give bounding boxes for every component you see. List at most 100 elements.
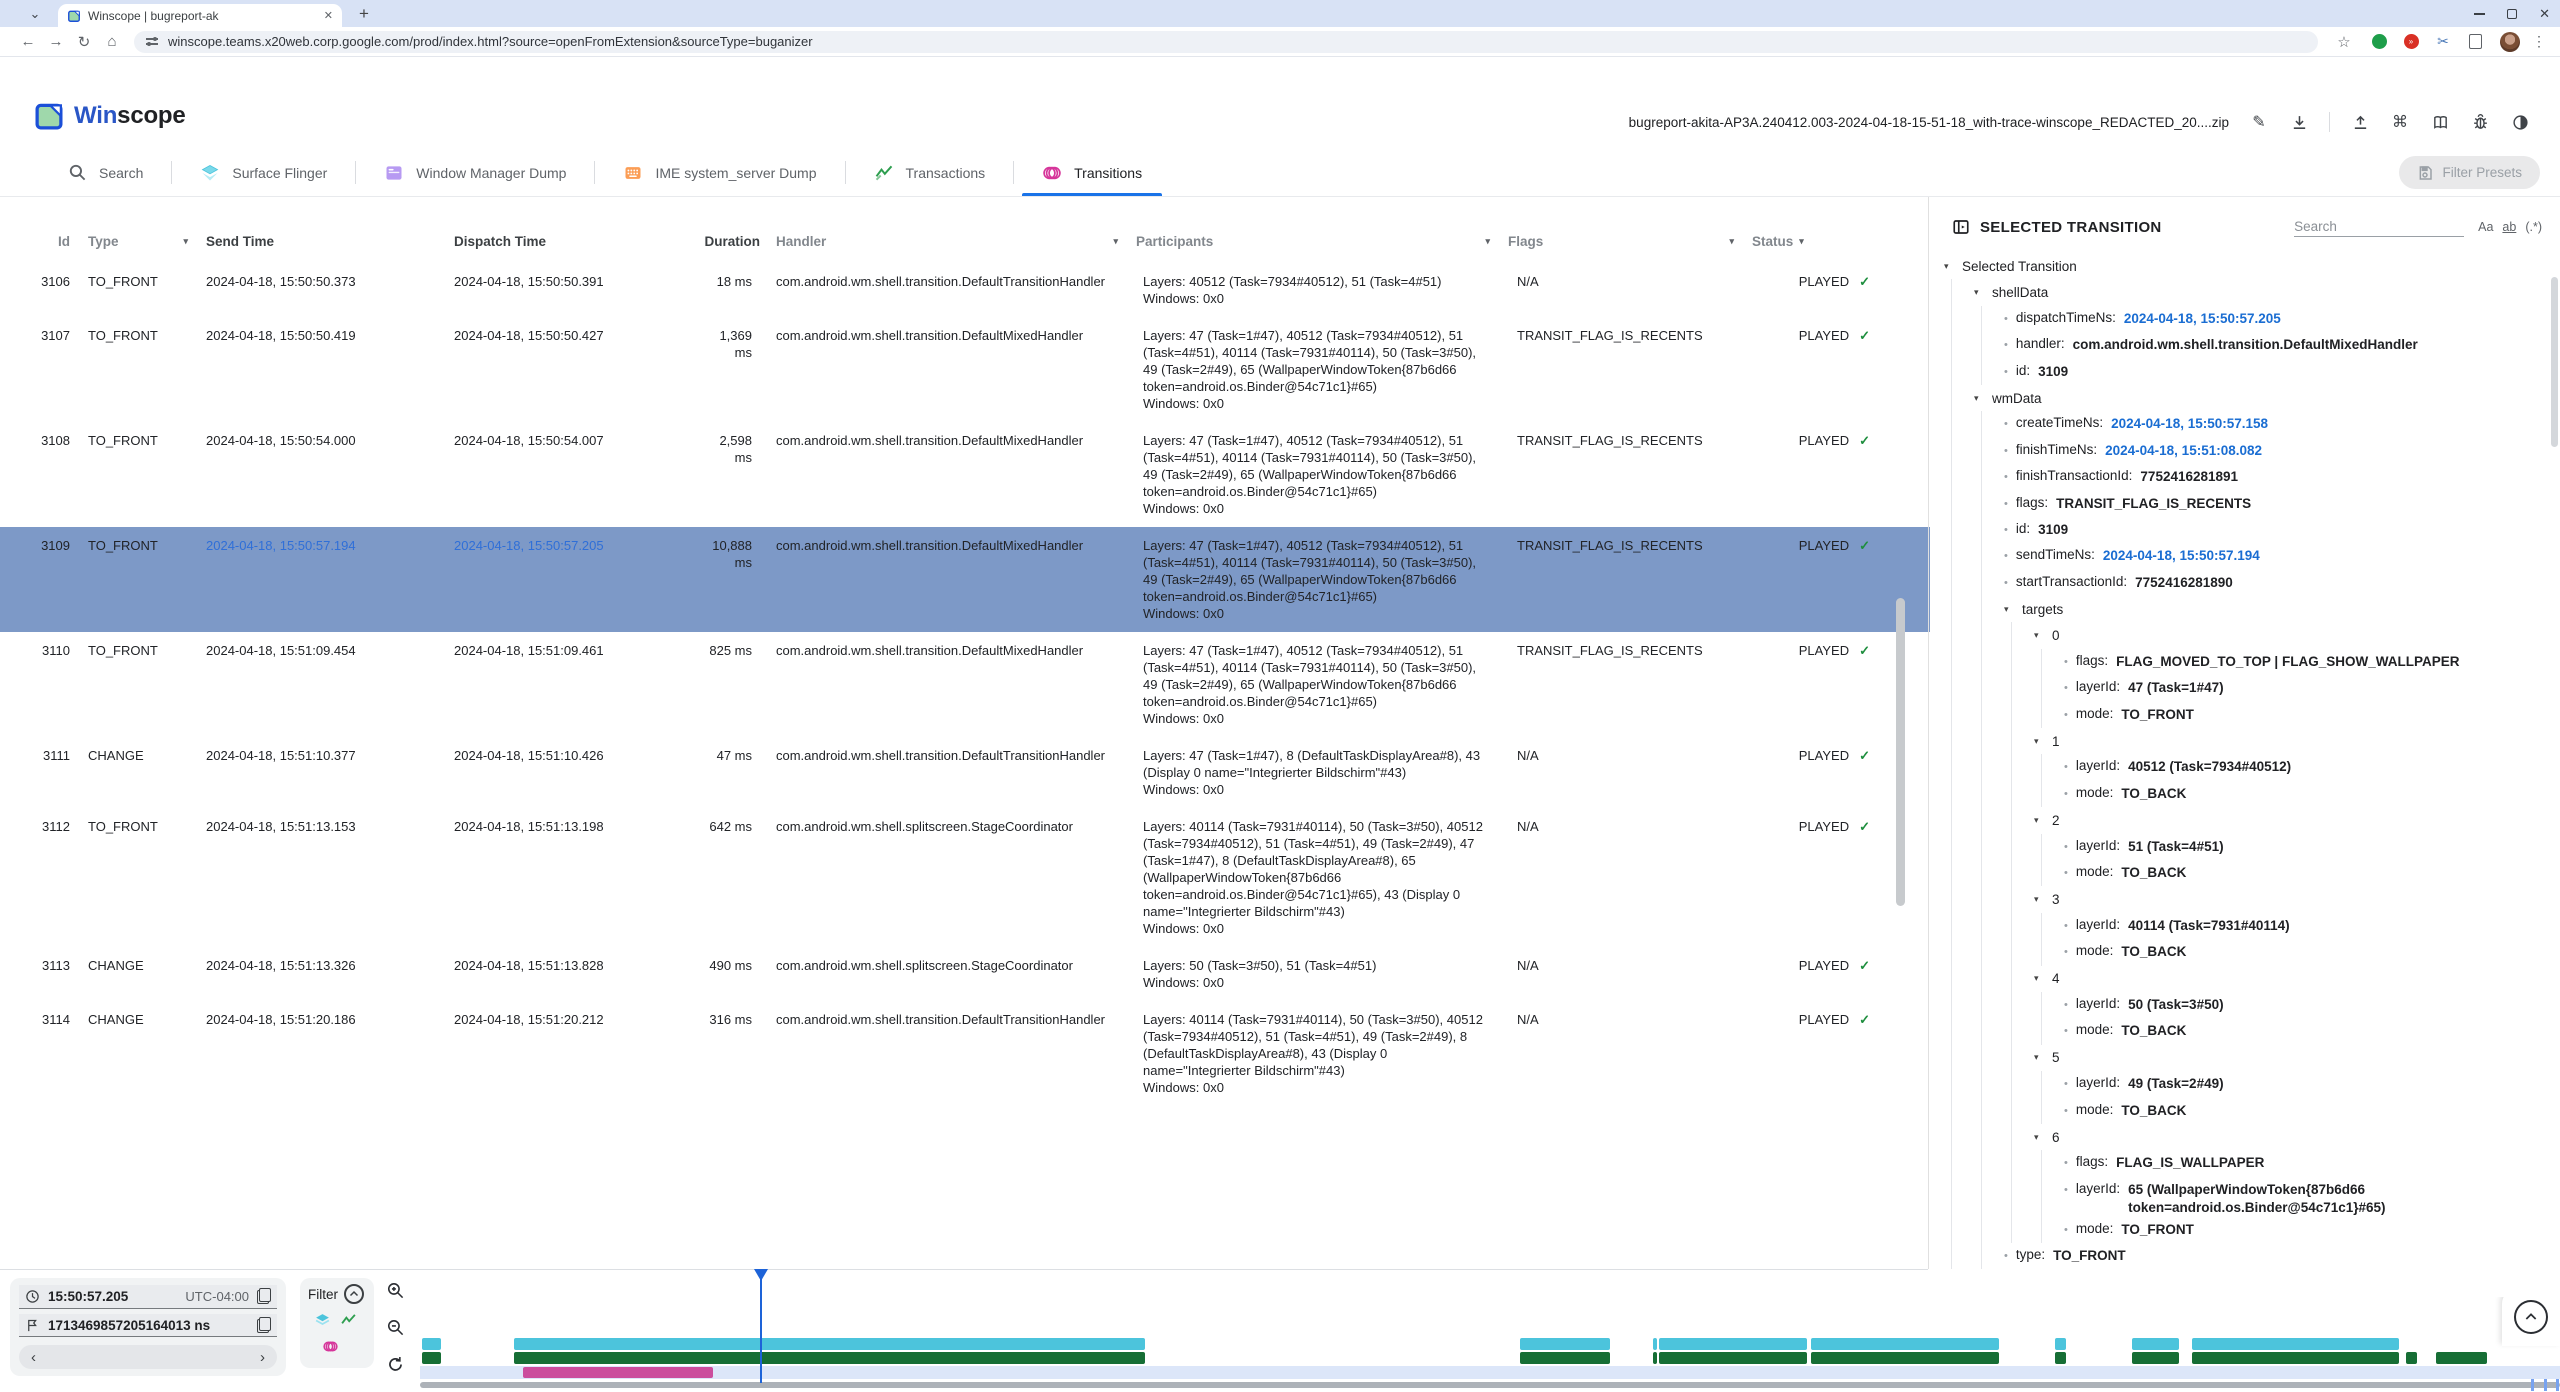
tree-group-row[interactable]: ▾2 [2034,807,2552,833]
tab-search[interactable]: Search [40,149,171,196]
tree-property[interactable]: •flags:TRANSIT_FLAG_IS_RECENTS [2004,491,2552,517]
regex-button[interactable]: (.*) [2525,220,2542,234]
close-tab-icon[interactable]: ✕ [324,9,333,22]
collapse-arrow-icon[interactable]: ▾ [1944,261,1954,272]
tab-window-manager-dump[interactable]: Window Manager Dump [356,149,594,196]
send-time-link[interactable]: 2024-04-18, 15:50:57.194 [196,527,444,632]
next-entry-button[interactable]: › [260,1349,265,1366]
timeline-row-surface-flinger[interactable] [420,1338,2560,1350]
properties-search-input[interactable] [2294,217,2464,237]
send-time-link[interactable]: 2024-04-18, 15:50:54.000 [196,422,444,527]
tree-property[interactable]: •createTimeNs:2024-04-18, 15:50:57.158 [2004,411,2552,437]
tree-property[interactable]: •layerId:40114 (Task=7931#40114) [2064,913,2552,939]
match-case-button[interactable]: Aa [2478,220,2493,234]
filter-arrow-icon[interactable]: ▾ [1729,236,1742,247]
edit-icon[interactable]: ✎ [2249,112,2269,132]
prev-entry-button[interactable]: ‹ [31,1349,36,1366]
collapse-arrow-icon[interactable]: ▾ [2034,630,2044,641]
tree-property[interactable]: •mode:TO_FRONT [2064,702,2552,728]
tree-property[interactable]: •mode:TO_BACK [2064,1098,2552,1124]
back-icon[interactable]: ← [14,33,42,50]
tree-property[interactable]: •layerId:49 (Task=2#49) [2064,1071,2552,1097]
forward-icon[interactable]: → [42,33,70,50]
collapse-arrow-icon[interactable]: ▾ [2004,604,2014,615]
browser-menu-icon[interactable]: ⋮ [2532,33,2546,50]
collapse-arrow-icon[interactable]: ▾ [2034,973,2044,984]
tree-property[interactable]: •mode:TO_BACK [2064,1018,2552,1044]
scissors-extension-icon[interactable]: ✂ [2432,31,2454,53]
upload-icon[interactable] [2350,112,2370,132]
transitions-filter-icon[interactable] [322,1338,339,1355]
timeline-segment[interactable] [2436,1352,2487,1364]
timeline-segment[interactable] [2132,1338,2179,1350]
download-icon[interactable] [2289,112,2309,132]
browser-tab[interactable]: Winscope | bugreport-ak ✕ [58,4,342,27]
send-time-link[interactable]: 2024-04-18, 15:51:10.377 [196,737,444,808]
dispatch-time-link[interactable]: 2024-04-18, 15:50:57.205 [444,527,691,632]
collapse-arrow-icon[interactable]: ▾ [2034,894,2044,905]
send-time-link[interactable]: 2024-04-18, 15:51:13.326 [196,947,444,1001]
timeline-segment[interactable] [514,1338,1145,1350]
tree-property[interactable]: •flags:FLAG_IS_WALLPAPER [2064,1150,2552,1176]
tree-property[interactable]: •finishTransactionId:7752416281891 [2004,464,2552,490]
timeline-segment[interactable] [422,1338,441,1350]
tree-property[interactable]: •startTransactionId:7752416281890 [2004,570,2552,596]
url-text[interactable]: winscope.teams.x20web.corp.google.com/pr… [168,34,813,49]
timeline-row-transactions[interactable] [420,1352,2560,1364]
filter-arrow-icon[interactable]: ▾ [1799,236,1804,247]
filter-arrow-icon[interactable]: ▾ [1113,236,1126,247]
tree-property[interactable]: •layerId:65 (WallpaperWindowToken{87b6d6… [2064,1177,2552,1217]
timeline-segment[interactable] [2055,1338,2066,1350]
new-tab-button[interactable]: + [352,2,376,26]
surface-flinger-filter-icon[interactable] [314,1312,331,1329]
shortcuts-icon[interactable]: ⌘ [2390,112,2410,132]
column-header-dispatch-time[interactable]: Dispatch Time [444,234,691,249]
send-time-link[interactable]: 2024-04-18, 15:50:50.373 [196,263,444,317]
timeline-segment[interactable] [422,1352,441,1364]
timeline-overview-scrollbar[interactable] [420,1382,2560,1388]
timeline-segment[interactable] [514,1352,1145,1364]
tree-group-row[interactable]: ▾targets [2004,596,2552,622]
dispatch-time-link[interactable]: 2024-04-18, 15:51:20.212 [444,1001,691,1106]
collapse-arrow-icon[interactable]: ▾ [2034,1052,2044,1063]
ns-time-field[interactable]: 1713469857205164013 ns [19,1314,277,1338]
timeline-segment[interactable] [1520,1352,1610,1364]
tree-group-row[interactable]: ▾5 [2034,1045,2552,1071]
minimize-icon[interactable] [2474,13,2485,15]
copy-icon[interactable] [257,1288,271,1304]
send-time-link[interactable]: 2024-04-18, 15:51:09.454 [196,632,444,737]
reload-icon[interactable]: ↻ [70,33,98,51]
column-header-flags[interactable]: Flags▾ [1498,234,1742,249]
report-bug-icon[interactable] [2470,112,2490,132]
collapse-filter-button[interactable] [344,1284,364,1304]
tree-property[interactable]: •layerId:40512 (Task=7934#40512) [2064,754,2552,780]
send-time-link[interactable]: 2024-04-18, 15:51:20.186 [196,1001,444,1106]
tree-property[interactable]: •mode:TO_FRONT [2064,1217,2552,1243]
column-header-type[interactable]: Type▾ [78,234,196,249]
tree-property[interactable]: •id:3109 [2004,359,2552,385]
tree-property[interactable]: •layerId:50 (Task=3#50) [2064,992,2552,1018]
send-time-link[interactable]: 2024-04-18, 15:51:13.153 [196,808,444,947]
column-header-duration[interactable]: Duration [691,234,766,249]
column-header-status[interactable]: Status▾ [1742,234,1892,249]
tree-group-row[interactable]: ▾Selected Transition [1944,253,2552,279]
zoom-out-button[interactable] [384,1316,406,1338]
tree-property[interactable]: •type:TO_FRONT [2004,1243,2552,1269]
dispatch-time-link[interactable]: 2024-04-18, 15:50:50.427 [444,317,691,422]
timeline-row-transitions[interactable] [420,1366,2560,1379]
tab-search-button[interactable]: ⌄ [22,3,48,24]
dispatch-time-link[interactable]: 2024-04-18, 15:51:09.461 [444,632,691,737]
collapse-arrow-icon[interactable]: ▾ [2034,736,2044,747]
bookmark-star-icon[interactable]: ☆ [2330,33,2358,51]
timeline-segment[interactable] [1520,1338,1610,1350]
close-window-icon[interactable]: ✕ [2539,6,2550,22]
timeline-segment[interactable] [1659,1338,1807,1350]
home-icon[interactable]: ⌂ [98,33,126,50]
dark-mode-icon[interactable] [2510,112,2530,132]
dispatch-time-link[interactable]: 2024-04-18, 15:50:50.391 [444,263,691,317]
extension-green-icon[interactable] [2368,31,2390,53]
dispatch-time-link[interactable]: 2024-04-18, 15:51:13.828 [444,947,691,1001]
extension-red-icon[interactable]: » [2400,31,2422,53]
tree-property[interactable]: •dispatchTimeNs:2024-04-18, 15:50:57.205 [2004,306,2552,332]
filter-arrow-icon[interactable]: ▾ [183,236,196,247]
